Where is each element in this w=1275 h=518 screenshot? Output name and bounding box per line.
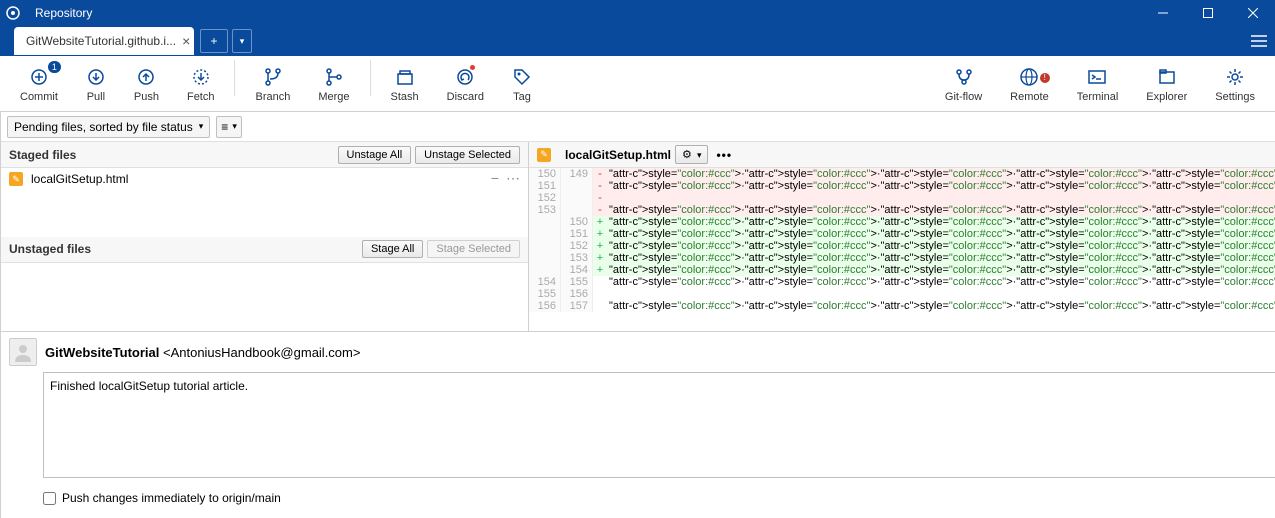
diff-line[interactable]: 153-"attr-c">style="color:#ccc">·"attr-c… (529, 204, 1275, 216)
title-bar: FileEditViewRepositoryActionsToolsHelp (0, 0, 1275, 26)
explorer-button[interactable]: Explorer (1132, 60, 1201, 108)
unstage-all-button[interactable]: Unstage All (338, 146, 412, 164)
dirty-indicator-icon (470, 65, 475, 70)
chevron-down-icon: ▾ (199, 121, 204, 132)
diff-line[interactable]: 152+"attr-c">style="color:#ccc">·"attr-c… (529, 240, 1275, 252)
push-button[interactable]: Push (120, 60, 173, 108)
staged-file-name: localGitSetup.html (31, 172, 128, 186)
repo-tab[interactable]: GitWebsiteTutorial.github.i... × (14, 27, 194, 55)
remote-icon (1019, 65, 1039, 89)
pull-icon (86, 65, 106, 89)
stash-button[interactable]: Stash (377, 60, 433, 108)
diff-line[interactable]: 156157 "attr-c">style="color:#ccc">·"att… (529, 300, 1275, 312)
minimize-button[interactable] (1140, 0, 1185, 26)
diff-line[interactable]: 154+"attr-c">style="color:#ccc">·"attr-c… (529, 264, 1275, 276)
push-immediately-checkbox[interactable]: Push changes immediately to origin/main (43, 491, 281, 505)
warning-badge: ! (1039, 72, 1051, 84)
tab-bar: GitWebsiteTutorial.github.i... × + ▾ (0, 26, 1275, 56)
file-filter-dropdown[interactable]: Pending files, sorted by file status ▾ (7, 116, 210, 138)
diff-settings-button[interactable]: ⚙ ▾ (675, 145, 708, 164)
unstage-file-button[interactable]: − (488, 172, 502, 186)
diff-line[interactable]: 153+"attr-c">style="color:#ccc">·"attr-c… (529, 252, 1275, 264)
diff-line[interactable]: 150+"attr-c">style="color:#ccc">·"attr-c… (529, 216, 1275, 228)
gear-icon: ⚙ (682, 149, 692, 161)
new-tab-button[interactable]: + (200, 29, 228, 53)
push-checkbox-input[interactable] (43, 492, 56, 505)
push-icon (136, 65, 156, 89)
gitflow-button[interactable]: Git-flow (931, 60, 996, 108)
commit-author: GitWebsiteTutorial <AntoniusHandbook@gma… (45, 345, 360, 360)
settings-icon (1225, 65, 1245, 89)
staged-title: Staged files (9, 148, 76, 162)
commit-icon (29, 65, 49, 89)
tab-dropdown-button[interactable]: ▾ (232, 29, 252, 53)
commit-panel: GitWebsiteTutorial <AntoniusHandbook@gma… (1, 331, 1275, 518)
merge-icon (324, 65, 344, 89)
unstage-selected-button[interactable]: Unstage Selected (415, 146, 520, 164)
menu-repository[interactable]: Repository (26, 0, 101, 26)
diff-line[interactable]: 154155 "attr-c">style="color:#ccc">·"att… (529, 276, 1275, 288)
filter-row: Pending files, sorted by file status ▾ ≡… (1, 112, 1275, 142)
explorer-icon (1157, 65, 1177, 89)
pull-button[interactable]: Pull (72, 60, 120, 108)
stage-all-button[interactable]: Stage All (362, 240, 423, 258)
fetch-button[interactable]: Fetch (173, 60, 229, 108)
discard-icon (455, 65, 475, 89)
view-mode-dropdown[interactable]: ≡ ▾ (216, 116, 242, 138)
diff-line[interactable]: 151-"attr-c">style="color:#ccc">·"attr-c… (529, 180, 1275, 192)
terminal-button[interactable]: Terminal (1063, 60, 1133, 108)
avatar (9, 338, 37, 366)
settings-button[interactable]: Settings (1201, 60, 1269, 108)
remote-button[interactable]: Remote! (996, 60, 1063, 108)
stage-selected-button: Stage Selected (427, 240, 520, 258)
close-button[interactable] (1230, 0, 1275, 26)
badge: 1 (47, 60, 62, 74)
list-icon: ≡ (221, 120, 228, 134)
diff-viewer[interactable]: 150149-"attr-c">style="color:#ccc">·"att… (529, 168, 1275, 331)
gitflow-icon (954, 65, 974, 89)
fetch-icon (191, 65, 211, 89)
push-checkbox-label: Push changes immediately to origin/main (62, 491, 281, 505)
modified-file-icon: ✎ (9, 172, 23, 186)
tab-close-icon[interactable]: × (182, 33, 190, 49)
main-toolbar: Commit1PullPushFetchBranchMerge StashDisc… (0, 56, 1275, 112)
discard-button[interactable]: Discard (433, 60, 498, 108)
chevron-down-icon: ▾ (697, 150, 702, 160)
unstaged-header: Unstaged files Stage All Stage Selected (1, 237, 528, 263)
chevron-down-icon: ▾ (232, 121, 237, 132)
diff-header: ✎ localGitSetup.html ⚙ ▾ ••• (529, 142, 1275, 168)
tag-button[interactable]: Tag (498, 60, 546, 108)
menu-icon[interactable] (1251, 35, 1267, 47)
unstaged-title: Unstaged files (9, 242, 91, 256)
diff-line[interactable]: 155156 (529, 288, 1275, 300)
merge-button[interactable]: Merge (304, 60, 363, 108)
staged-file-row[interactable]: ✎ localGitSetup.html − ⋯ (1, 168, 528, 190)
app-logo (0, 0, 26, 26)
diff-line[interactable]: 151+"attr-c">style="color:#ccc">·"attr-c… (529, 228, 1275, 240)
stash-icon (395, 65, 415, 89)
modified-file-icon: ✎ (537, 148, 551, 162)
unstaged-file-list (1, 263, 528, 332)
file-menu-button[interactable]: ⋯ (506, 172, 520, 186)
branch-icon (263, 65, 283, 89)
staged-file-list: ✎ localGitSetup.html − ⋯ (1, 168, 528, 237)
commit-button[interactable]: Commit1 (6, 60, 72, 108)
diff-more-button[interactable]: ••• (716, 148, 732, 162)
diff-line[interactable]: 152- (529, 192, 1275, 204)
diff-filename: localGitSetup.html (565, 148, 671, 162)
tag-icon (512, 65, 532, 89)
terminal-icon (1087, 65, 1107, 89)
maximize-button[interactable] (1185, 0, 1230, 26)
filter-label: Pending files, sorted by file status (14, 120, 193, 134)
tab-title: GitWebsiteTutorial.github.i... (26, 34, 176, 48)
commit-message-input[interactable] (43, 372, 1275, 478)
branch-button[interactable]: Branch (241, 60, 304, 108)
diff-line[interactable]: 150149-"attr-c">style="color:#ccc">·"att… (529, 168, 1275, 180)
staged-header: Staged files Unstage All Unstage Selecte… (1, 142, 528, 168)
